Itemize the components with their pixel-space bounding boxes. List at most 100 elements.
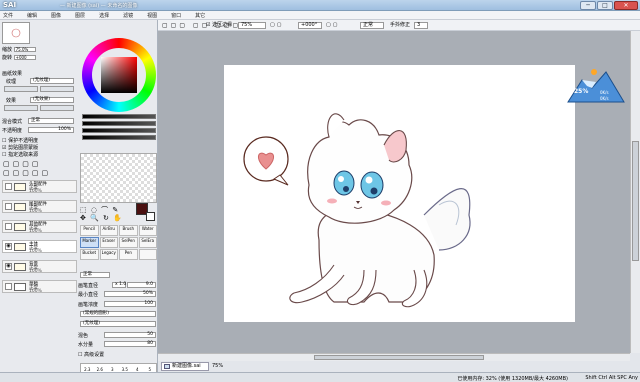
checkbox-selection-source[interactable]: ☐ 指定选取来源 (2, 151, 38, 158)
size-preset[interactable]: 2.6 (94, 364, 107, 372)
toolbar-zoom-select[interactable]: 75% (238, 22, 266, 29)
tool-water[interactable]: Water (138, 225, 157, 236)
visibility-icon[interactable] (5, 283, 12, 290)
layer-buttons-row-2[interactable]: ▢▢▢▢▢ (3, 169, 51, 177)
brush-size-multiplier[interactable]: x 1.0 (112, 282, 126, 288)
minimize-button[interactable]: ─ (580, 1, 596, 10)
opacity-slider[interactable]: 100% (28, 127, 74, 133)
checkbox-protect-opacity[interactable]: ☐ 保护不透明度 (2, 137, 38, 144)
menu-filter[interactable]: 滤镜 (123, 12, 133, 19)
size-preset[interactable]: 3.5 (119, 364, 132, 372)
menu-select[interactable]: 选择 (99, 12, 109, 19)
effect-slider-b[interactable] (40, 105, 74, 111)
vertical-scroll-thumb[interactable] (632, 141, 639, 261)
layer-buttons-row-1[interactable]: ▢▢▢▢ (3, 160, 41, 168)
tool-airbrush[interactable]: AirBru (99, 225, 118, 236)
close-button[interactable]: ✕ (614, 1, 638, 10)
texture-slider-a[interactable] (4, 86, 38, 92)
min-size-slider[interactable]: 50% (104, 291, 156, 297)
tool-selpen[interactable]: SelPen (119, 237, 138, 248)
zoom-buttons[interactable]: ▢▢ (270, 22, 283, 29)
effect-select[interactable]: (无效果) (30, 97, 74, 103)
color-slider-3[interactable] (82, 128, 156, 133)
tool-pen[interactable]: Pen (119, 249, 138, 260)
color-wheel[interactable] (82, 38, 156, 112)
stabilizer-select[interactable]: 3 (414, 22, 428, 29)
tool-legacy[interactable]: Legacy (99, 249, 118, 260)
tool-empty[interactable] (138, 249, 157, 260)
size-preset[interactable]: 5 (144, 364, 157, 372)
size-preset[interactable]: 4 (131, 364, 144, 372)
tool-bucket[interactable]: Bucket (80, 249, 99, 260)
toolbar-rotate-select[interactable]: +000° (298, 22, 322, 29)
blend-mode-select[interactable]: 正常 (28, 118, 74, 124)
layer-item[interactable]: ◉ 主体 正常 100% (2, 240, 77, 254)
rotate-buttons[interactable]: ▢▢ (326, 22, 339, 29)
color-slider-2[interactable] (82, 121, 156, 126)
tool-marker[interactable]: Marker (80, 237, 99, 248)
horizontal-scroll-thumb[interactable] (314, 355, 484, 360)
horizontal-scrollbar[interactable] (158, 353, 630, 361)
brush-size-presets: 2.3 2.6 3 3.5 4 5 6 7 8 9 10 12 (80, 363, 157, 372)
visibility-icon[interactable] (5, 223, 12, 230)
visibility-icon[interactable] (5, 203, 12, 210)
widget-down-speed: 0K/s (600, 96, 609, 101)
advanced-settings-toggle[interactable]: ☐ 高级设置 (78, 351, 104, 358)
layer-opacity: 100% (29, 269, 42, 274)
layer-item[interactable]: 尾部配件 正常 100% (2, 200, 77, 214)
visibility-icon[interactable]: ◉ (5, 243, 12, 250)
maximize-button[interactable]: □ (597, 1, 613, 10)
layer-item[interactable]: 草稿 正常 100% (2, 280, 77, 294)
menu-edit[interactable]: 编辑 (27, 12, 37, 19)
menu-view[interactable]: 视图 (147, 12, 157, 19)
layer-item[interactable]: 其他配件 正常 100% (2, 220, 77, 234)
brush-size-slider[interactable]: 9.0 (127, 282, 156, 288)
toolbar-mode-select[interactable]: 正常 (360, 22, 384, 29)
view-tools[interactable]: ✥ 🔍 ↻ ✋ (80, 214, 123, 222)
color-slider-4[interactable] (82, 135, 156, 140)
dilution-label: 水分量 (78, 342, 94, 348)
memory-usage: 已使用内存: 32% (使用 1320MB/最大 4260MB) (457, 376, 568, 382)
brush-texture-select[interactable]: (无纹理) (80, 321, 156, 327)
vertical-scrollbar[interactable] (630, 31, 640, 353)
density-slider[interactable]: 100 (104, 301, 156, 307)
layer-opacity: 100% (29, 249, 42, 254)
menu-window[interactable]: 窗口 (171, 12, 181, 19)
layer-item[interactable]: 头部配件 正常 100% (2, 180, 77, 194)
zoom-input[interactable]: 75.0% (13, 47, 36, 52)
tool-brush[interactable]: Brush (119, 225, 138, 236)
size-preset[interactable]: 2.3 (81, 364, 94, 372)
selection-edge-checkbox[interactable]: ☑ 选区边缘 (206, 22, 232, 29)
scratch-pad[interactable] (80, 153, 157, 203)
layer-opacity: 100% (29, 229, 42, 234)
menu-other[interactable]: 其它 (195, 12, 205, 19)
rotate-input[interactable]: +000 (13, 55, 36, 60)
tool-pencil[interactable]: Pencil (80, 225, 99, 236)
navigator-thumbnail[interactable] (2, 22, 30, 44)
effect-slider-a[interactable] (4, 105, 38, 111)
brush-mode-select[interactable]: 正常 (80, 272, 110, 278)
canvas-workspace[interactable] (158, 31, 630, 353)
menu-image[interactable]: 图像 (51, 12, 61, 19)
size-preset[interactable]: 3 (106, 364, 119, 372)
drawing-canvas[interactable] (224, 65, 575, 322)
layer-item[interactable]: ◉ 背景 正常 100% (2, 260, 77, 274)
document-tab[interactable]: 新建图像.sai (161, 362, 209, 371)
blending-slider[interactable]: 50 (104, 332, 156, 338)
checkbox-clipping[interactable]: ☑ 剪贴图层蒙版 (2, 144, 38, 151)
texture-slider-b[interactable] (40, 86, 74, 92)
visibility-icon[interactable]: ◉ (5, 263, 12, 270)
tool-eraser[interactable]: Eraser (99, 237, 118, 248)
color-slider-1[interactable] (82, 114, 156, 119)
secondary-color-swatch[interactable] (146, 212, 155, 221)
tool-selera[interactable]: SelEra (138, 237, 157, 248)
visibility-icon[interactable] (5, 183, 12, 190)
menu-layer[interactable]: 图层 (75, 12, 85, 19)
dilution-slider[interactable]: 80 (104, 341, 156, 347)
color-square[interactable] (101, 57, 137, 93)
performance-widget[interactable]: 25% 0K/s 0K/s (566, 66, 626, 110)
texture-select[interactable]: (无纹理) (30, 78, 74, 84)
brush-shape-select[interactable]: (常规的圆形) (80, 311, 156, 317)
canvas-toolbar: ▢▢▢ ▢▢ ▢▢▢ ☑ 选区边缘 75% ▢▢ +000° ▢▢ 正常 手抖修… (158, 20, 640, 31)
menu-file[interactable]: 文件 (3, 12, 13, 19)
